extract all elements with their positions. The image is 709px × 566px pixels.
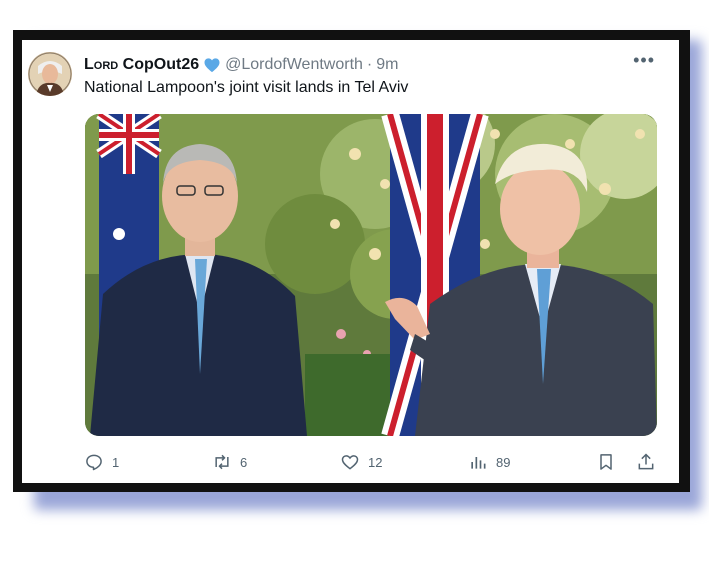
like-count: 12 <box>368 454 383 470</box>
reply-icon <box>86 454 102 471</box>
share-icon <box>638 453 654 470</box>
verified-badge-icon <box>203 56 221 74</box>
more-options-icon[interactable]: ••• <box>633 50 655 71</box>
avatar[interactable] <box>28 52 72 96</box>
separator-dot: · <box>366 56 373 73</box>
views-count: 89 <box>496 454 511 470</box>
reply-button[interactable]: 1 <box>84 452 119 472</box>
repost-icon <box>215 454 229 470</box>
heart-icon <box>341 455 359 470</box>
repost-button[interactable]: 6 <box>212 452 247 472</box>
bookmark-icon <box>600 454 612 470</box>
display-name-suffix: CopOut26 <box>122 56 200 73</box>
tweet-card[interactable]: Lord CopOut26 @LordofWentworth · 9m ••• … <box>22 40 679 483</box>
display-name-prefix: Lord <box>84 56 119 73</box>
bookmark-button[interactable] <box>596 452 616 472</box>
like-button[interactable]: 12 <box>340 452 382 472</box>
reply-count: 1 <box>112 454 120 470</box>
display-name[interactable]: Lord CopOut26 <box>84 56 199 74</box>
tweet-actions: 1 6 12 89 <box>84 450 656 478</box>
tweet-photo[interactable] <box>85 114 657 436</box>
timestamp[interactable]: 9m <box>376 56 398 74</box>
tweet-header: Lord CopOut26 @LordofWentworth · 9m <box>84 54 659 76</box>
repost-count: 6 <box>240 454 248 470</box>
user-handle[interactable]: @LordofWentworth <box>225 56 363 74</box>
views-button[interactable]: 89 <box>468 452 510 472</box>
share-button[interactable] <box>636 452 656 472</box>
tweet-text: National Lampoon's joint visit lands in … <box>84 79 409 96</box>
views-icon <box>471 457 486 469</box>
